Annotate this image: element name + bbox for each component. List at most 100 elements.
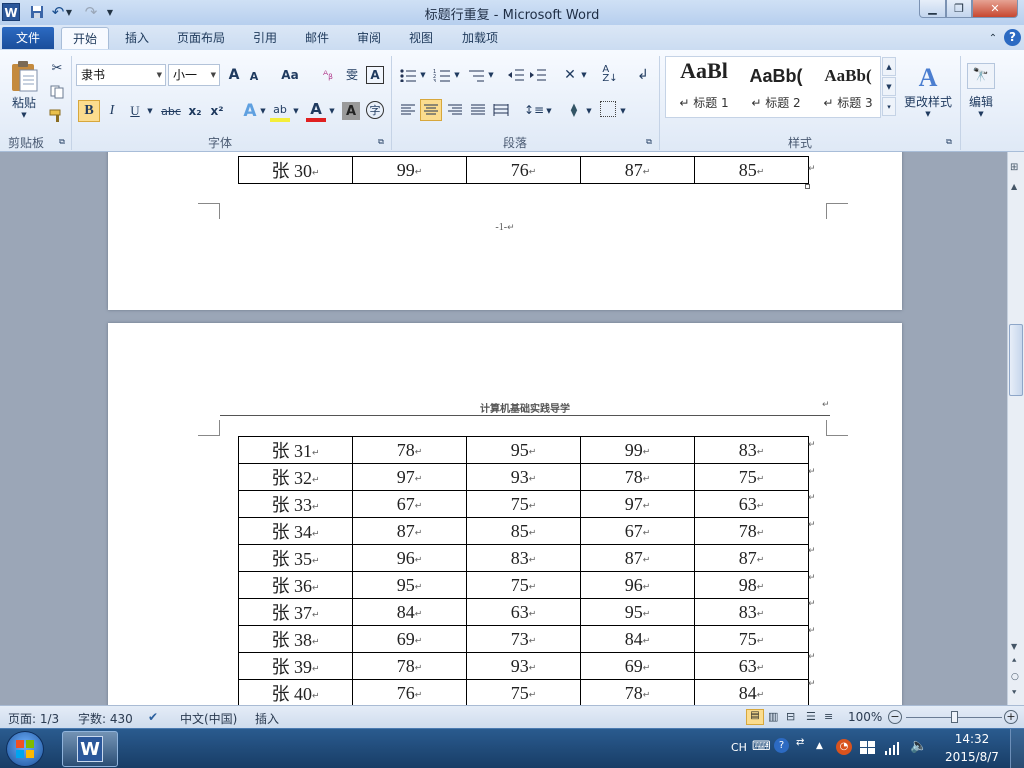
- scroll-up-icon[interactable]: ▲: [1011, 182, 1017, 191]
- table-cell[interactable]: 76↵: [466, 156, 581, 184]
- table-cell[interactable]: 张 34↵: [238, 517, 353, 545]
- web-layout-icon[interactable]: ⊟: [786, 710, 795, 723]
- highlight-dropdown-icon[interactable]: ▼: [292, 106, 300, 116]
- align-center-icon[interactable]: [420, 99, 442, 121]
- bullets-dropdown-icon[interactable]: ▼: [419, 70, 427, 80]
- table-cell[interactable]: 67↵: [580, 517, 695, 545]
- cut-icon[interactable]: ✂: [48, 60, 66, 76]
- table-cell[interactable]: 78↵: [580, 463, 695, 491]
- table-cell[interactable]: 95↵: [580, 598, 695, 626]
- table-cell[interactable]: 张 32↵: [238, 463, 353, 491]
- table-cell[interactable]: 84↵: [694, 679, 809, 705]
- tab-view[interactable]: 视图: [400, 27, 442, 49]
- multilevel-dropdown-icon[interactable]: ▼: [487, 70, 495, 80]
- table-cell[interactable]: 张 36↵: [238, 571, 353, 599]
- tab-home[interactable]: 开始: [61, 27, 109, 49]
- shrink-font-icon[interactable]: A: [246, 68, 262, 84]
- zoom-in-icon[interactable]: +: [1004, 710, 1018, 724]
- styles-scroll-up-icon[interactable]: ▲: [882, 57, 896, 76]
- highlight-icon[interactable]: ab: [270, 100, 290, 122]
- page-count[interactable]: 页面: 1/3: [8, 710, 59, 727]
- paste-dropdown-icon[interactable]: ▼: [21, 111, 26, 119]
- tab-file[interactable]: 文件: [2, 27, 54, 49]
- maximize-button[interactable]: ❐: [946, 0, 972, 18]
- show-desktop-button[interactable]: [1010, 729, 1024, 768]
- underline-button[interactable]: U: [126, 100, 144, 122]
- bullets-icon[interactable]: [398, 66, 418, 84]
- text-effects-dropdown-icon[interactable]: ▼: [259, 106, 267, 116]
- table-cell[interactable]: 63↵: [694, 652, 809, 680]
- table-cell[interactable]: 84↵: [352, 598, 467, 626]
- align-left-icon[interactable]: [398, 100, 418, 120]
- action-center-icon[interactable]: [860, 741, 876, 758]
- style-heading1[interactable]: AaBl ↵ 标题 1: [668, 58, 740, 116]
- numbering-dropdown-icon[interactable]: ▼: [453, 70, 461, 80]
- change-styles-button[interactable]: A 更改样式 ▼: [899, 58, 957, 122]
- ime-options-icon[interactable]: ⇄: [796, 737, 804, 748]
- draft-icon[interactable]: ≡: [824, 710, 833, 723]
- borders-dropdown-icon[interactable]: ▼: [619, 106, 627, 116]
- network-icon[interactable]: [884, 741, 900, 758]
- taskbar-word-button[interactable]: W: [62, 731, 118, 767]
- copy-icon[interactable]: [48, 84, 66, 100]
- scroll-thumb[interactable]: [1009, 324, 1023, 396]
- table-cell[interactable]: 张 33↵: [238, 490, 353, 518]
- table-cell[interactable]: 83↵: [694, 436, 809, 464]
- table-cell[interactable]: 99↵: [580, 436, 695, 464]
- table-cell[interactable]: 张 31↵: [238, 436, 353, 464]
- page-footer[interactable]: -1-↵: [108, 222, 902, 233]
- table-cell[interactable]: 张 30↵: [238, 156, 353, 184]
- paragraph-launcher-icon[interactable]: ⧉: [644, 137, 654, 147]
- style-heading2[interactable]: AaBb( ↵ 标题 2: [740, 58, 812, 116]
- editing-button[interactable]: 🔭 编辑 ▼: [964, 58, 998, 122]
- table-cell[interactable]: 张 40↵: [238, 679, 353, 705]
- table-cell[interactable]: 99↵: [352, 156, 467, 184]
- clipboard-launcher-icon[interactable]: ⧉: [57, 137, 67, 147]
- bold-button[interactable]: B: [78, 100, 100, 122]
- proofing-icon[interactable]: ✔: [148, 710, 158, 724]
- table-cell[interactable]: 87↵: [580, 544, 695, 572]
- close-button[interactable]: ✕: [972, 0, 1018, 18]
- table-cell[interactable]: 78↵: [580, 679, 695, 705]
- distributed-icon[interactable]: [491, 100, 511, 120]
- table-cell[interactable]: 78↵: [352, 436, 467, 464]
- table-cell[interactable]: 83↵: [466, 544, 581, 572]
- table-cell[interactable]: 93↵: [466, 652, 581, 680]
- font-color-dropdown-icon[interactable]: ▼: [328, 106, 336, 116]
- increase-indent-icon[interactable]: [528, 66, 548, 84]
- styles-scroll-down-icon[interactable]: ▼: [882, 77, 896, 96]
- tab-references[interactable]: 引用: [244, 27, 286, 49]
- minimize-button[interactable]: ▁: [919, 0, 946, 18]
- font-color-icon[interactable]: A: [306, 100, 326, 122]
- styles-launcher-icon[interactable]: ⧉: [944, 137, 954, 147]
- numbering-icon[interactable]: 123: [432, 66, 452, 84]
- enclose-char-icon[interactable]: 字: [366, 101, 384, 119]
- justify-icon[interactable]: [468, 100, 488, 120]
- ribbon-collapse-icon[interactable]: ⌃: [984, 29, 1002, 47]
- start-button[interactable]: [6, 731, 44, 767]
- insert-mode[interactable]: 插入: [255, 710, 279, 727]
- font-size-combo[interactable]: 小一 ▼: [168, 64, 220, 86]
- char-shading-icon[interactable]: A: [342, 102, 360, 120]
- table-cell[interactable]: 75↵: [466, 490, 581, 518]
- font-launcher-icon[interactable]: ⧉: [376, 137, 386, 147]
- tab-addins[interactable]: 加载项: [452, 27, 508, 49]
- table-cell[interactable]: 93↵: [466, 463, 581, 491]
- table-cell[interactable]: 张 39↵: [238, 652, 353, 680]
- grow-font-icon[interactable]: A: [225, 66, 243, 84]
- chinese-layout-dropdown-icon[interactable]: ▼: [580, 70, 588, 80]
- underline-dropdown-icon[interactable]: ▼: [146, 106, 154, 116]
- zoom-level[interactable]: 100%: [848, 710, 882, 724]
- table-cell[interactable]: 85↵: [694, 156, 809, 184]
- table-cell[interactable]: 73↵: [466, 625, 581, 653]
- multilevel-list-icon[interactable]: [466, 66, 486, 84]
- language-status[interactable]: 中文(中国): [180, 710, 237, 727]
- table-cell[interactable]: 张 38↵: [238, 625, 353, 653]
- shading-dropdown-icon[interactable]: ▼: [585, 106, 593, 116]
- table-cell[interactable]: 63↵: [466, 598, 581, 626]
- keyboard-icon[interactable]: ⌨: [752, 739, 771, 754]
- decrease-indent-icon[interactable]: [506, 66, 526, 84]
- table-cell[interactable]: 96↵: [580, 571, 695, 599]
- ime-indicator[interactable]: CH: [731, 741, 747, 754]
- table-cell[interactable]: 95↵: [352, 571, 467, 599]
